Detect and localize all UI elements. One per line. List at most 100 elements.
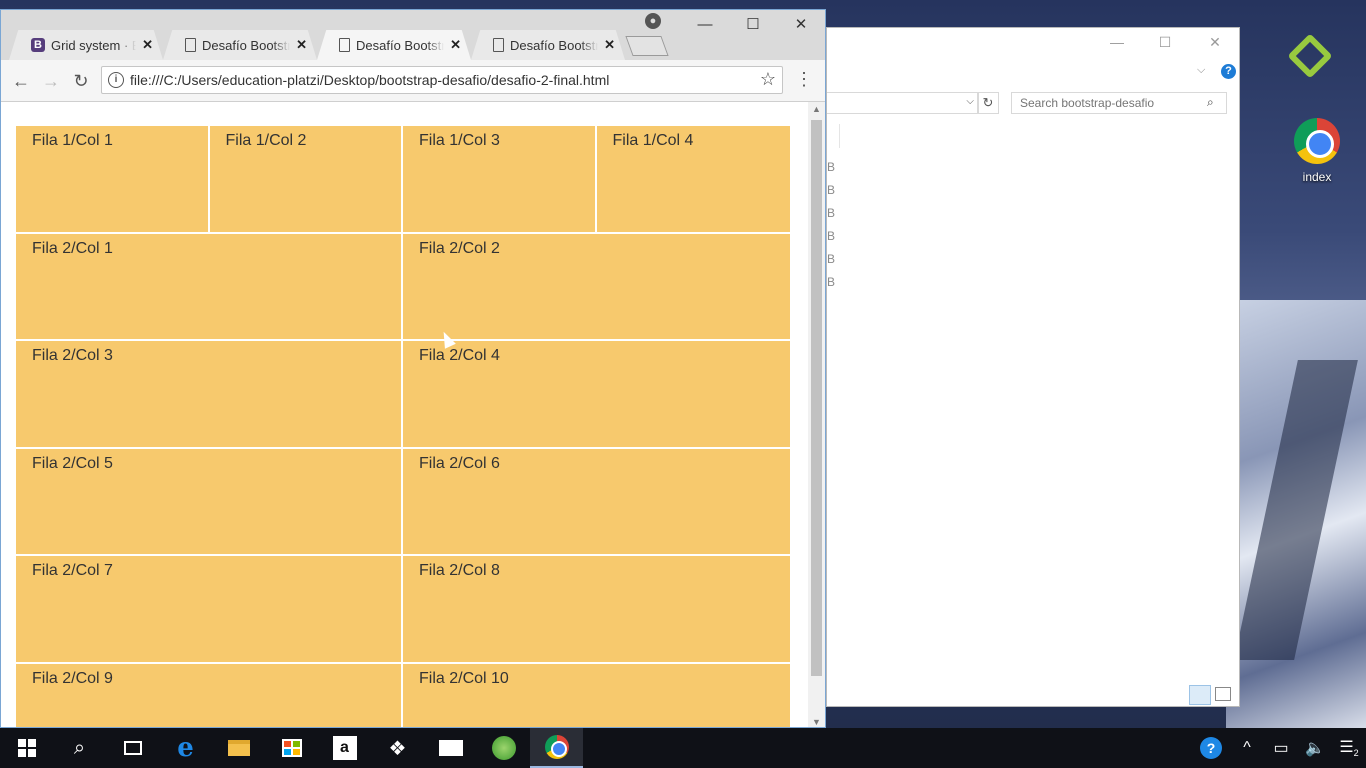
store-taskbar-button[interactable] bbox=[265, 728, 318, 768]
help-icon[interactable]: ? bbox=[1221, 64, 1236, 79]
info-icon[interactable]: i bbox=[108, 72, 124, 88]
close-tab-icon[interactable]: ✕ bbox=[296, 37, 307, 53]
grid-cell: Fila 2/Col 1 bbox=[16, 233, 403, 341]
chrome-taskbar-button[interactable] bbox=[530, 728, 583, 768]
system-tray: ? ^ ▭ 🔈 ☰2 bbox=[1192, 728, 1366, 768]
edge-icon: e bbox=[177, 733, 194, 763]
tab-desafio-bootstrap-active[interactable]: Desafío Bootstrap ✕ bbox=[317, 30, 471, 60]
explorer-search-input[interactable] bbox=[1011, 92, 1227, 114]
address-bar[interactable]: i file:///C:/Users/education-platzi/Desk… bbox=[101, 66, 783, 94]
tab-desafio-bootstrap[interactable]: Desafío Bootstrap ✕ bbox=[471, 30, 625, 60]
reload-icon[interactable]: ↻ bbox=[69, 69, 93, 93]
close-tab-icon[interactable]: ✕ bbox=[604, 37, 615, 53]
action-center-icon[interactable]: ☰2 bbox=[1332, 737, 1366, 758]
globe-app-icon bbox=[491, 736, 516, 760]
grid-cell: Fila 2/Col 10 bbox=[403, 663, 790, 727]
volume-muted-icon[interactable]: 🔈 bbox=[1298, 738, 1332, 758]
bookmark-star-icon[interactable]: ☆ bbox=[760, 69, 776, 90]
start-button[interactable] bbox=[0, 728, 53, 768]
file-explorer-taskbar-button[interactable] bbox=[212, 728, 265, 768]
dropbox-icon: ❖ bbox=[388, 737, 407, 760]
grid-row: Fila 2/Col 9 Fila 2/Col 10 bbox=[16, 663, 790, 727]
tab-strip: B Grid system · Bo ✕ Desafío Bootstrap ✕… bbox=[9, 30, 669, 60]
document-icon bbox=[185, 38, 196, 52]
address-dropdown-icon[interactable]: ⌵ bbox=[966, 96, 974, 107]
grid-cell: Fila 1/Col 2 bbox=[209, 126, 403, 234]
profile-icon[interactable]: ● bbox=[645, 13, 661, 29]
grid-cell: Fila 2/Col 3 bbox=[16, 341, 403, 449]
bootstrap-icon: B bbox=[31, 38, 45, 52]
file-list-item[interactable]: B bbox=[827, 275, 835, 289]
explorer-address-bar[interactable]: ⌵ bbox=[827, 92, 979, 114]
tab-title: Desafío Bootstrap bbox=[510, 37, 598, 53]
platzi-logo-icon bbox=[1287, 33, 1333, 79]
grid-row: Fila 2/Col 1 Fila 2/Col 2 bbox=[16, 233, 790, 341]
mail-taskbar-button[interactable] bbox=[424, 728, 477, 768]
tab-grid-system[interactable]: B Grid system · Bo ✕ bbox=[9, 30, 163, 60]
scrollbar-thumb[interactable] bbox=[811, 120, 822, 676]
back-arrow-icon[interactable]: ← bbox=[9, 69, 33, 93]
notification-count: 2 bbox=[1353, 748, 1359, 759]
url-text[interactable]: file:///C:/Users/education-platzi/Deskto… bbox=[130, 72, 609, 88]
large-icons-view-icon[interactable] bbox=[1215, 687, 1231, 701]
tab-title: Desafío Bootstrap bbox=[202, 37, 290, 53]
explorer-close-button[interactable]: ✕ bbox=[1195, 34, 1235, 56]
grid-cell: Fila 1/Col 1 bbox=[16, 126, 210, 234]
task-view-button[interactable] bbox=[106, 728, 159, 768]
scroll-down-arrow-icon[interactable]: ▼ bbox=[812, 717, 821, 727]
maximize-button[interactable]: ☐ bbox=[729, 10, 777, 40]
explorer-refresh-button[interactable]: ↻ bbox=[977, 92, 999, 114]
new-tab-button[interactable] bbox=[625, 36, 669, 56]
chrome-desktop-shortcut[interactable]: index bbox=[1286, 118, 1348, 184]
window-controls: — ☐ ✕ bbox=[681, 10, 825, 40]
bootstrap-grid: Fila 1/Col 1 Fila 1/Col 2 Fila 1/Col 3 F… bbox=[16, 126, 790, 727]
help-icon[interactable]: ? bbox=[1200, 737, 1222, 759]
search-icon: ⌕ bbox=[73, 736, 86, 759]
folder-icon bbox=[227, 740, 250, 756]
browser-menu-icon[interactable]: ⋮ bbox=[795, 69, 813, 90]
grid-cell: Fila 2/Col 8 bbox=[403, 556, 790, 664]
forward-arrow-icon[interactable]: → bbox=[39, 69, 63, 93]
tab-title: Desafío Bootstrap bbox=[356, 37, 444, 53]
close-tab-icon[interactable]: ✕ bbox=[142, 37, 153, 53]
tab-desafio-bootstrap[interactable]: Desafío Bootstrap ✕ bbox=[163, 30, 317, 60]
search-button[interactable]: ⌕ bbox=[53, 728, 106, 768]
file-list-item[interactable]: B bbox=[827, 160, 835, 174]
details-view-icon[interactable] bbox=[1189, 685, 1211, 705]
browser-toolbar: ← → ↻ i file:///C:/Users/education-platz… bbox=[1, 60, 825, 102]
grid-cell: Fila 2/Col 4 bbox=[403, 341, 790, 449]
file-list-item[interactable]: B bbox=[827, 206, 835, 220]
amazon-taskbar-button[interactable]: a bbox=[318, 728, 371, 768]
windows-taskbar: ⌕ e a ❖ ? ^ ▭ 🔈 ☰2 bbox=[0, 728, 1366, 768]
grid-cell: Fila 2/Col 7 bbox=[16, 556, 403, 664]
explorer-maximize-button[interactable]: ☐ bbox=[1145, 34, 1185, 56]
grid-row: Fila 2/Col 7 Fila 2/Col 8 bbox=[16, 556, 790, 664]
mail-icon bbox=[438, 740, 463, 756]
grid-row: Fila 2/Col 3 Fila 2/Col 4 bbox=[16, 341, 790, 449]
minimize-button[interactable]: — bbox=[681, 10, 729, 40]
close-tab-icon[interactable]: ✕ bbox=[450, 37, 461, 53]
search-icon[interactable]: ⌕ bbox=[1207, 95, 1214, 110]
green-app-taskbar-button[interactable] bbox=[477, 728, 530, 768]
grid-cell: Fila 2/Col 6 bbox=[403, 448, 790, 556]
file-list-item[interactable]: B bbox=[827, 183, 835, 197]
ribbon-expand-icon[interactable]: ⌵ bbox=[1197, 64, 1205, 77]
platzi-desktop-icon[interactable] bbox=[1287, 33, 1333, 79]
column-divider bbox=[839, 124, 840, 148]
edge-taskbar-button[interactable]: e bbox=[159, 728, 212, 768]
file-list-item[interactable]: B bbox=[827, 252, 835, 266]
amazon-icon: a bbox=[332, 736, 357, 760]
chrome-icon bbox=[1294, 118, 1340, 164]
chrome-icon bbox=[544, 735, 569, 759]
document-icon bbox=[493, 38, 504, 52]
file-list-item[interactable]: B bbox=[827, 229, 835, 243]
close-button[interactable]: ✕ bbox=[777, 10, 825, 40]
battery-icon[interactable]: ▭ bbox=[1264, 738, 1298, 758]
scroll-up-arrow-icon[interactable]: ▲ bbox=[812, 104, 821, 114]
chrome-browser-window: ● — ☐ ✕ B Grid system · Bo ✕ Desafío Boo… bbox=[0, 9, 826, 728]
show-hidden-icons-chevron-icon[interactable]: ^ bbox=[1230, 739, 1264, 757]
file-explorer-window: — ☐ ✕ ⌵ ? ⌵ ↻ ⌕ B B B B B B bbox=[826, 27, 1240, 707]
vertical-scrollbar[interactable]: ▲ ▼ bbox=[808, 102, 825, 727]
dropbox-taskbar-button[interactable]: ❖ bbox=[371, 728, 424, 768]
explorer-minimize-button[interactable]: — bbox=[1097, 34, 1137, 56]
